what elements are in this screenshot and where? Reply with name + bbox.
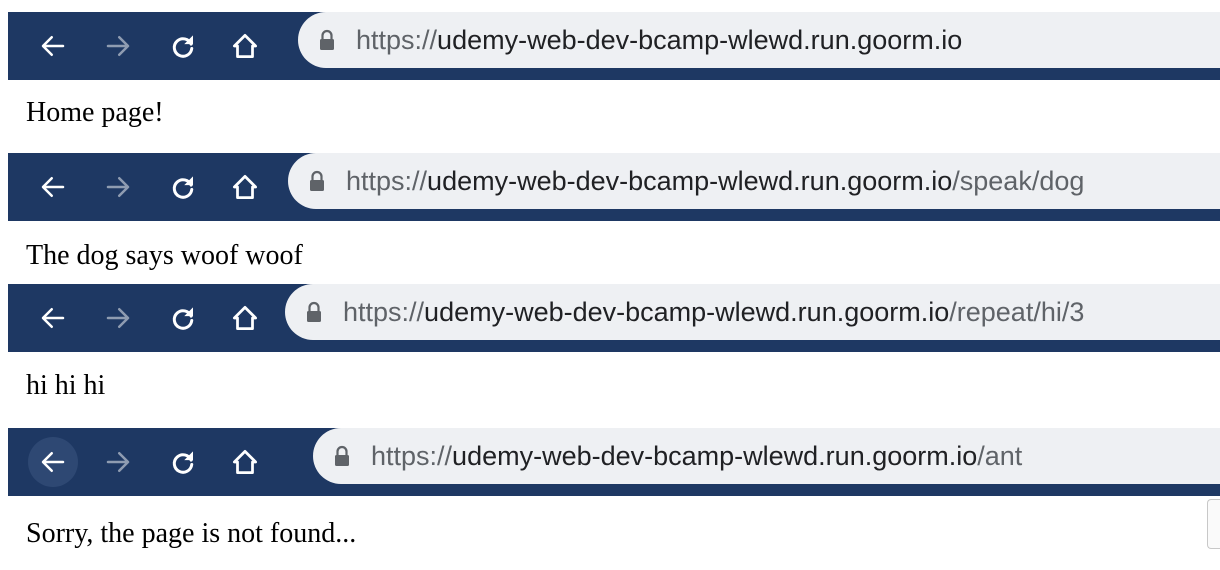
browser-toolbar-2: https://udemy-web-dev-bcamp-wlewd.run.go… (8, 153, 1220, 221)
url-host: udemy-web-dev-bcamp-wlewd.run.goorm.io (427, 165, 953, 196)
back-arrow-icon (41, 177, 65, 197)
browser-toolbar-4: https://udemy-web-dev-bcamp-wlewd.run.go… (8, 428, 1220, 496)
lock-icon (320, 29, 334, 50)
browser-toolbar-3: https://udemy-web-dev-bcamp-wlewd.run.go… (8, 284, 1220, 352)
back-arrow-icon (41, 308, 65, 328)
forward-button[interactable] (93, 162, 143, 212)
reload-button[interactable] (158, 437, 208, 487)
address-bar[interactable]: https://udemy-web-dev-bcamp-wlewd.run.go… (288, 153, 1220, 209)
lock-icon (335, 445, 349, 466)
url-text: https://udemy-web-dev-bcamp-wlewd.run.go… (356, 25, 962, 56)
forward-button[interactable] (93, 293, 143, 343)
url-text: https://udemy-web-dev-bcamp-wlewd.run.go… (371, 441, 1022, 472)
back-arrow-icon (41, 36, 65, 56)
back-button[interactable] (28, 293, 78, 343)
page-content-text: Sorry, the page is not found... (26, 518, 357, 549)
url-scheme: https:// (356, 24, 438, 55)
url-path: /repeat/hi/3 (949, 296, 1085, 327)
forward-arrow-icon (106, 36, 130, 56)
forward-arrow-icon (106, 452, 130, 472)
url-host: udemy-web-dev-bcamp-wlewd.run.goorm.io (424, 296, 950, 327)
page-content-text: Home page! (26, 97, 164, 128)
url-path: /ant (977, 440, 1023, 471)
reload-icon (172, 451, 194, 474)
lock-icon (310, 170, 324, 191)
url-host: udemy-web-dev-bcamp-wlewd.run.goorm.io (452, 440, 978, 471)
forward-button[interactable] (93, 437, 143, 487)
lock-icon (307, 301, 321, 322)
reload-button[interactable] (158, 162, 208, 212)
page-content-text: The dog says woof woof (26, 240, 303, 271)
home-icon (233, 306, 257, 330)
page-content-text: hi hi hi (26, 370, 106, 401)
side-panel-handle[interactable] (1207, 499, 1220, 549)
url-text: https://udemy-web-dev-bcamp-wlewd.run.go… (343, 297, 1084, 328)
url-text: https://udemy-web-dev-bcamp-wlewd.run.go… (346, 166, 1084, 197)
url-path: /speak/dog (952, 165, 1085, 196)
home-button[interactable] (220, 293, 270, 343)
home-icon (233, 450, 257, 474)
reload-icon (172, 35, 194, 58)
address-bar[interactable]: https://udemy-web-dev-bcamp-wlewd.run.go… (298, 12, 1220, 68)
url-scheme: https:// (343, 296, 425, 327)
back-button[interactable] (28, 21, 78, 71)
back-button[interactable] (28, 162, 78, 212)
back-arrow-icon (41, 452, 65, 472)
url-scheme: https:// (346, 165, 428, 196)
home-icon (233, 34, 257, 58)
address-bar[interactable]: https://udemy-web-dev-bcamp-wlewd.run.go… (313, 428, 1220, 484)
home-icon (233, 175, 257, 199)
forward-arrow-icon (106, 177, 130, 197)
forward-arrow-icon (106, 308, 130, 328)
home-button[interactable] (220, 437, 270, 487)
home-button[interactable] (220, 21, 270, 71)
browser-toolbar-1: https://udemy-web-dev-bcamp-wlewd.run.go… (8, 12, 1220, 80)
forward-button[interactable] (93, 21, 143, 71)
reload-icon (172, 176, 194, 199)
url-host: udemy-web-dev-bcamp-wlewd.run.goorm.io (437, 24, 963, 55)
reload-button[interactable] (158, 293, 208, 343)
back-button[interactable] (28, 437, 78, 487)
url-scheme: https:// (371, 440, 453, 471)
address-bar[interactable]: https://udemy-web-dev-bcamp-wlewd.run.go… (285, 284, 1220, 340)
home-button[interactable] (220, 162, 270, 212)
reload-icon (172, 307, 194, 330)
reload-button[interactable] (158, 21, 208, 71)
